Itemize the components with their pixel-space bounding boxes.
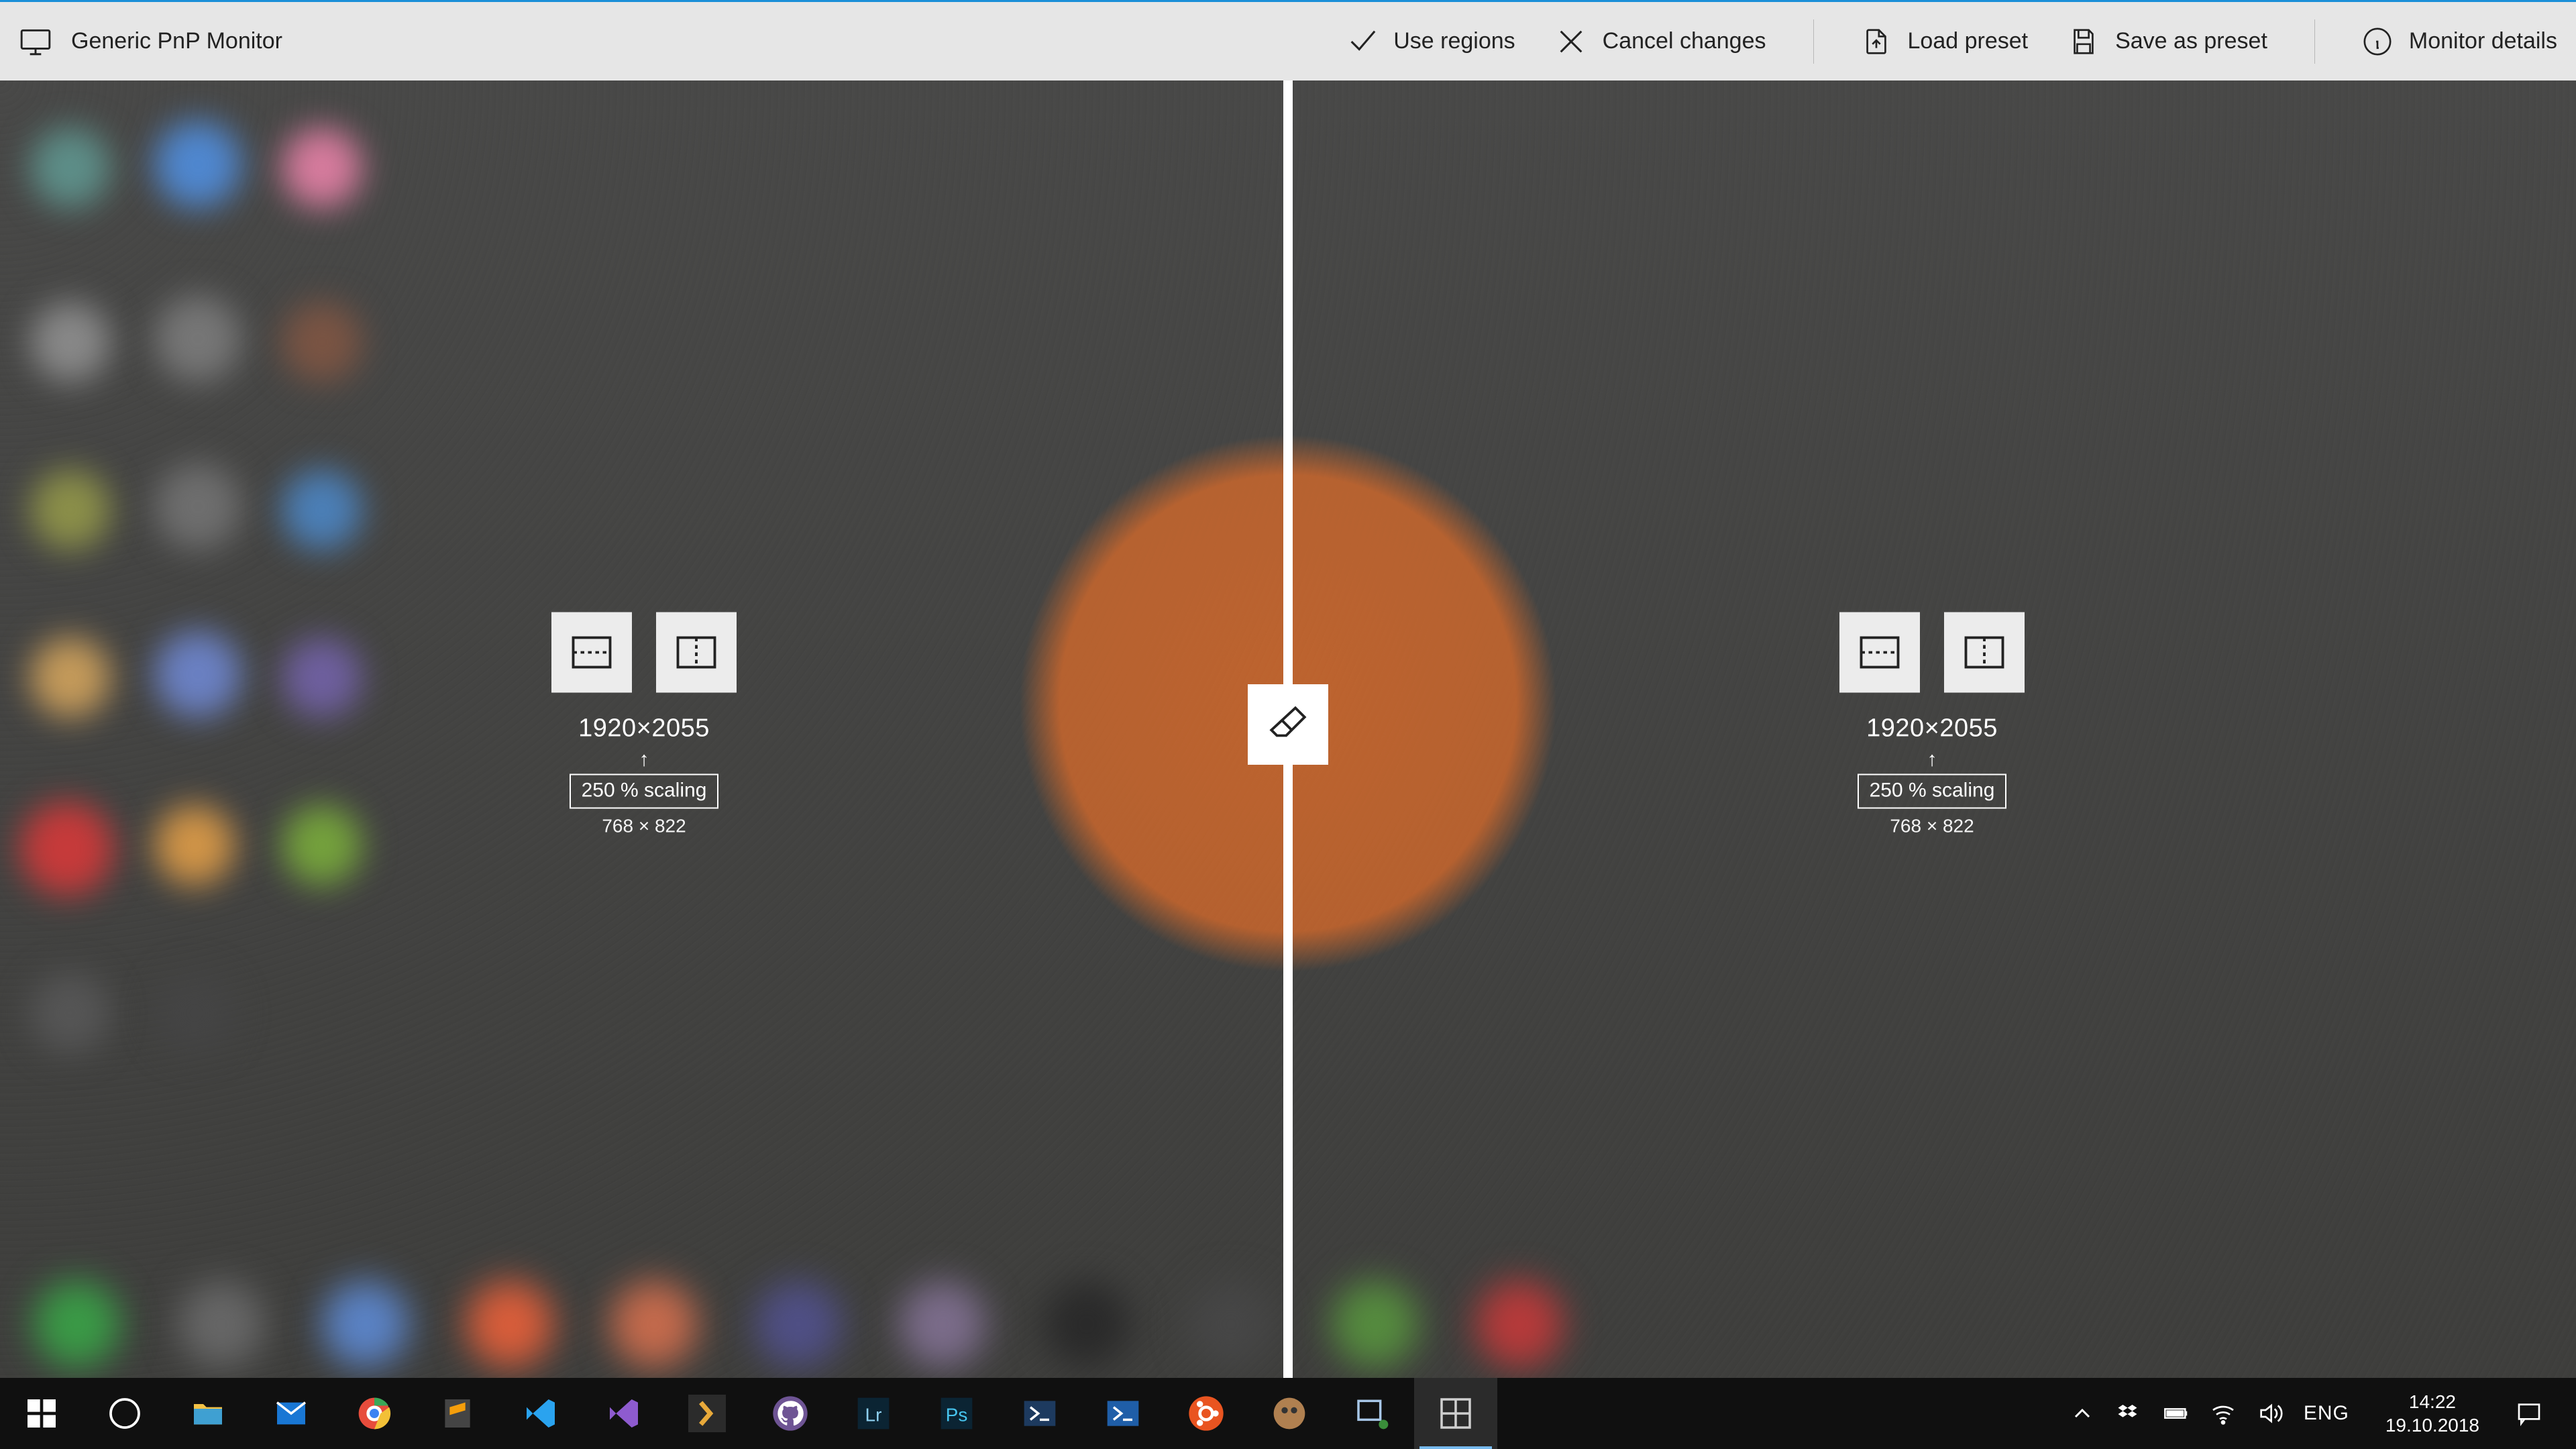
desktop-blur-icon	[1332, 1281, 1419, 1368]
split-horizontal-button[interactable]	[1839, 612, 1920, 693]
file-explorer-button[interactable]	[166, 1378, 250, 1449]
desktop-blur-icon	[154, 973, 235, 1053]
toolbar-right: Use regions Cancel changes Load preset	[1346, 19, 2557, 64]
split-buttons	[551, 612, 737, 693]
powershell-core-button[interactable]	[998, 1378, 1081, 1449]
desktop-blur-icon	[154, 295, 241, 382]
clock-time: 14:22	[2385, 1390, 2479, 1413]
cancel-changes-label: Cancel changes	[1603, 28, 1766, 54]
desktop-blur-icon	[1043, 1281, 1130, 1368]
split-horizontal-button[interactable]	[551, 612, 632, 693]
save-icon	[2068, 26, 2099, 57]
desktop-blur-icon	[30, 973, 111, 1053]
desktop-blur-icon	[755, 1281, 842, 1368]
arrow-up-icon: ↑	[551, 749, 737, 771]
region-resolution: 1920×2055	[1839, 714, 2025, 743]
start-button[interactable]	[0, 1378, 83, 1449]
desktop-blur-icon	[322, 1281, 409, 1368]
desktop-blur-icon	[154, 121, 241, 208]
mail-button[interactable]	[250, 1378, 333, 1449]
photoshop-button[interactable]: Ps	[915, 1378, 998, 1449]
svg-text:Lr: Lr	[865, 1405, 882, 1426]
desktop-blur-icon	[34, 1281, 121, 1368]
chrome-button[interactable]	[333, 1378, 416, 1449]
desktop-blur-icon	[1476, 1281, 1563, 1368]
clock-date: 19.10.2018	[2385, 1413, 2479, 1437]
region-info-right: 1920×2055 ↑ 250 % scaling 768 × 822	[1839, 612, 2025, 837]
desktop-blur-icon	[282, 127, 362, 208]
powershell-button[interactable]	[1081, 1378, 1165, 1449]
app-button[interactable]	[1248, 1378, 1331, 1449]
monitor-details-button[interactable]: Monitor details	[2362, 26, 2557, 57]
monitor-title: Generic PnP Monitor	[71, 28, 282, 54]
tray-overflow-button[interactable]	[2069, 1400, 2096, 1427]
close-icon	[1556, 26, 1587, 57]
region-scaling[interactable]: 250 % scaling	[570, 774, 719, 809]
split-vertical-button[interactable]	[656, 612, 737, 693]
desktop-blur-icon	[1187, 1281, 1275, 1368]
info-icon	[2362, 26, 2393, 57]
cancel-changes-button[interactable]: Cancel changes	[1556, 26, 1766, 57]
check-icon	[1346, 26, 1377, 57]
snipping-button[interactable]	[1331, 1378, 1414, 1449]
toolbar-separator	[1813, 19, 1814, 64]
desktop-blur-icon	[610, 1281, 698, 1368]
region-editor-toolbar: Generic PnP Monitor Use regions Cancel c…	[0, 2, 2576, 80]
battery-icon[interactable]	[2163, 1400, 2190, 1427]
svg-text:Ps: Ps	[946, 1405, 968, 1426]
load-preset-button[interactable]: Load preset	[1861, 26, 2029, 57]
desktop-blur-icon	[466, 1281, 553, 1368]
desktop-blur-icon	[282, 805, 362, 885]
desktop-blur-icon	[154, 463, 241, 550]
split-buttons	[1839, 612, 2025, 693]
desktop-blur-icon	[30, 470, 111, 550]
wifi-icon[interactable]	[2210, 1400, 2237, 1427]
desktop-blur-icon	[20, 802, 114, 896]
desktop-blur-icon	[30, 637, 111, 718]
plex-button[interactable]	[665, 1378, 749, 1449]
save-preset-button[interactable]: Save as preset	[2068, 26, 2267, 57]
desktop-blur-icon	[282, 470, 362, 550]
save-preset-label: Save as preset	[2115, 28, 2267, 54]
visual-studio-button[interactable]	[582, 1378, 665, 1449]
desktop-blur-icon	[30, 127, 111, 208]
split-vertical-button[interactable]	[1944, 612, 2025, 693]
load-preset-label: Load preset	[1908, 28, 2029, 54]
desktop-blur-icon	[899, 1281, 986, 1368]
clock[interactable]: 14:22 19.10.2018	[2369, 1390, 2496, 1437]
monitor-details-label: Monitor details	[2409, 28, 2557, 54]
cortana-button[interactable]	[83, 1378, 166, 1449]
desktop-blur-icon	[154, 631, 241, 718]
windows-taskbar: Lr Ps ENG 14:22	[0, 1378, 2576, 1449]
volume-icon[interactable]	[2257, 1400, 2284, 1427]
erase-divider-button[interactable]	[1248, 684, 1328, 765]
arrow-up-icon: ↑	[1839, 749, 2025, 771]
toolbar-separator	[2314, 19, 2315, 64]
sublime-button[interactable]	[416, 1378, 499, 1449]
region-info-left: 1920×2055 ↑ 250 % scaling 768 × 822	[551, 612, 737, 837]
dropbox-icon[interactable]	[2116, 1400, 2143, 1427]
region-scaled-resolution: 768 × 822	[551, 816, 737, 837]
desktop-blur-icon	[282, 637, 362, 718]
use-regions-button[interactable]: Use regions	[1346, 26, 1515, 57]
desktop-blur-icon	[154, 805, 235, 885]
current-app-button[interactable]	[1414, 1378, 1497, 1449]
monitor-icon	[19, 25, 52, 58]
desktop-blur-icon	[282, 302, 362, 382]
region-resolution: 1920×2055	[551, 714, 737, 743]
use-regions-label: Use regions	[1393, 28, 1515, 54]
region-scaled-resolution: 768 × 822	[1839, 816, 2025, 837]
desktop-blur-icon	[30, 302, 111, 382]
language-indicator[interactable]: ENG	[2304, 1402, 2349, 1425]
ubuntu-button[interactable]	[1165, 1378, 1248, 1449]
lightroom-button[interactable]: Lr	[832, 1378, 915, 1449]
region-scaling[interactable]: 250 % scaling	[1858, 774, 2007, 809]
load-icon	[1861, 26, 1892, 57]
vscode-button[interactable]	[499, 1378, 582, 1449]
github-button[interactable]	[749, 1378, 832, 1449]
action-center-icon[interactable]	[2516, 1400, 2542, 1427]
toolbar-left: Generic PnP Monitor	[19, 25, 282, 58]
system-tray: ENG 14:22 19.10.2018	[2049, 1378, 2576, 1449]
desktop-blur-icon	[178, 1281, 265, 1368]
